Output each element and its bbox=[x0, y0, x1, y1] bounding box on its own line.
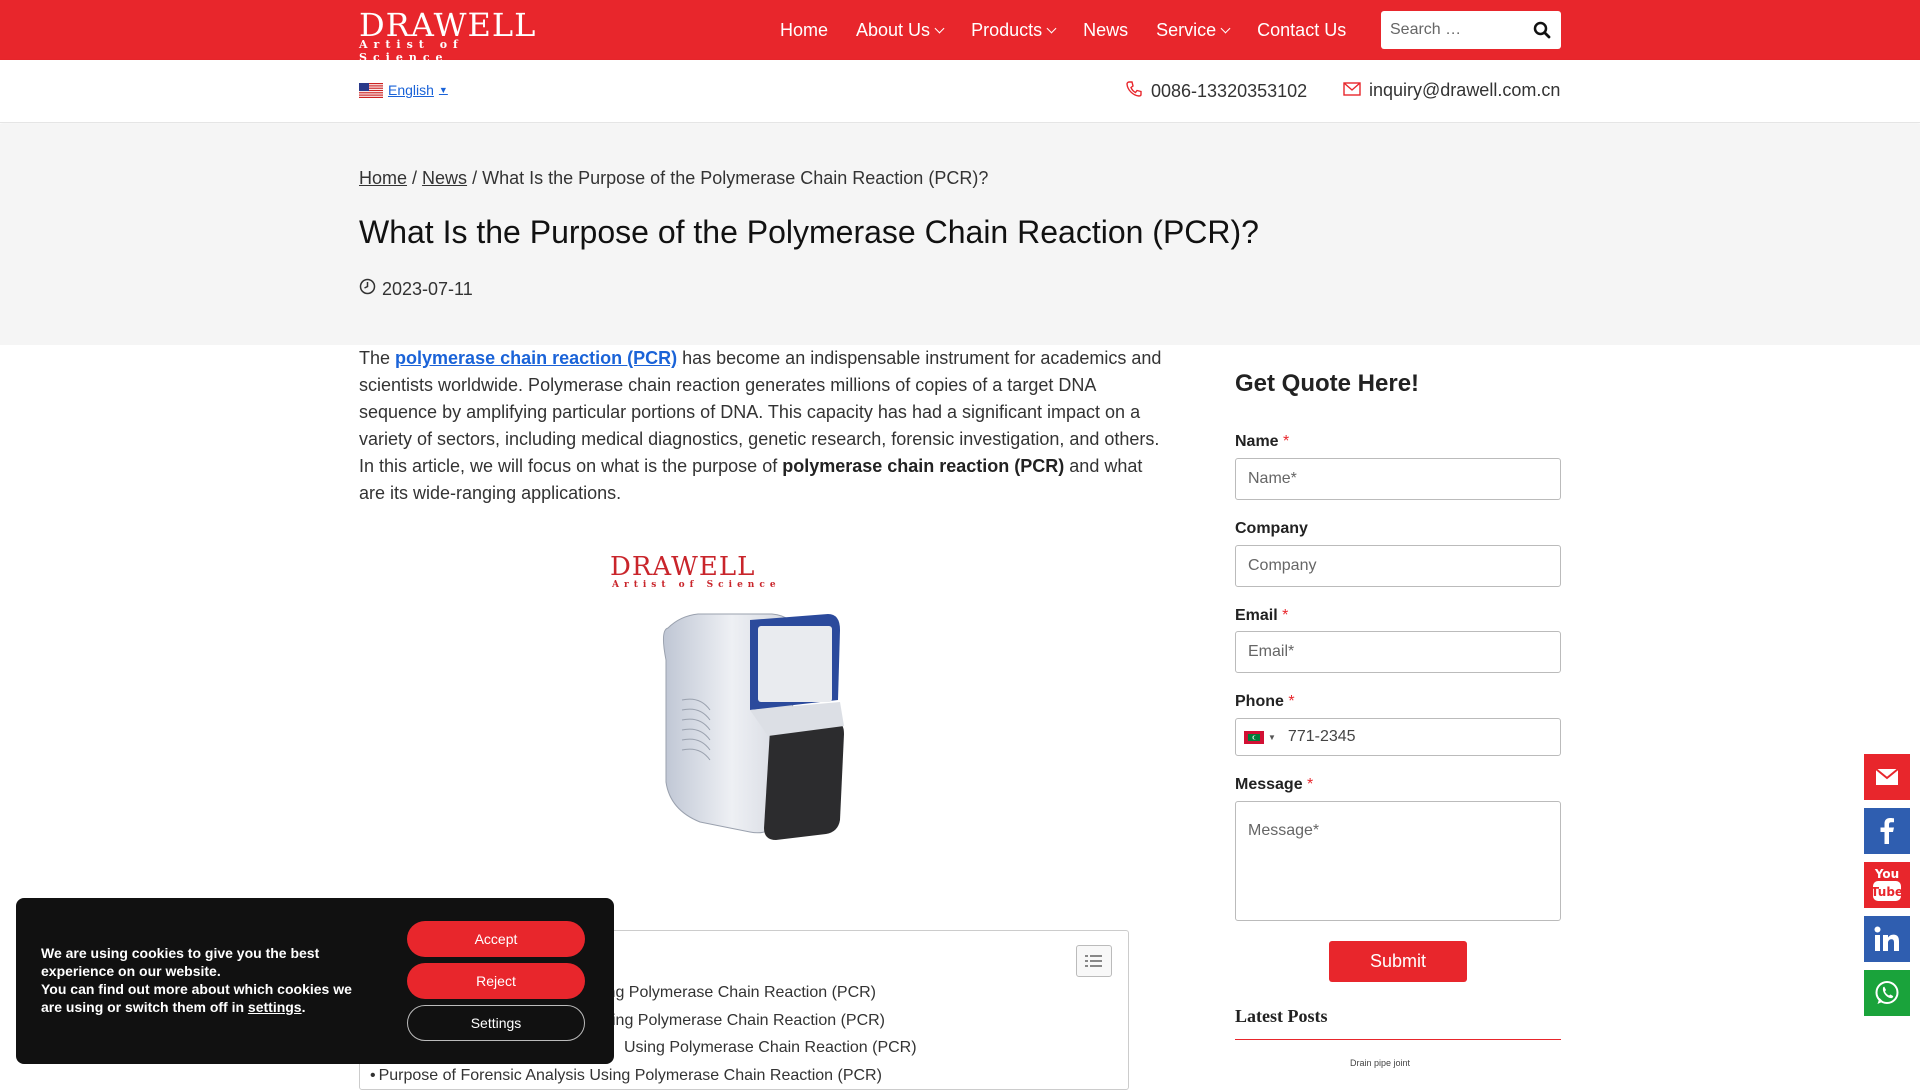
toc-toggle-button[interactable] bbox=[1076, 945, 1112, 977]
site-header: DRAWELL Artist of Science Home About Us … bbox=[0, 0, 1920, 64]
top-info-bar: English ▼ 0086-13320353102 inquiry@drawe… bbox=[0, 60, 1920, 123]
caret-down-icon: ▼ bbox=[438, 85, 448, 95]
clock-icon bbox=[359, 278, 376, 300]
logo-brand: DRAWELL bbox=[359, 6, 537, 44]
form-heading: Get Quote Here! bbox=[1235, 370, 1420, 397]
breadcrumb-separator: / bbox=[412, 168, 423, 188]
phone-value: 771-2345 bbox=[1287, 728, 1356, 745]
linkedin-icon bbox=[1874, 926, 1899, 951]
nav-products-label: Products bbox=[971, 19, 1043, 40]
company-field[interactable]: Company bbox=[1235, 545, 1561, 587]
toc-item[interactable]: • Purpose of Forensic Analysis Using Poly… bbox=[370, 1062, 917, 1090]
phone-icon bbox=[1125, 80, 1143, 103]
nav-service-label: Service bbox=[1156, 19, 1217, 40]
phone-label: Phone * bbox=[1235, 693, 1295, 710]
nav-news[interactable]: News bbox=[1083, 20, 1128, 41]
whatsapp-icon bbox=[1875, 981, 1899, 1004]
latest-posts-heading: Latest Posts bbox=[1235, 1006, 1561, 1040]
post-date: 2023-07-11 bbox=[359, 278, 473, 300]
nav-news-label: News bbox=[1083, 19, 1129, 40]
country-flag-selector[interactable]: ▼ bbox=[1244, 730, 1276, 744]
search-input[interactable]: Search … bbox=[1381, 21, 1523, 39]
article-intro: The polymerase chain reaction (PCR) has … bbox=[359, 345, 1169, 507]
chevron-down-icon bbox=[1046, 23, 1057, 33]
search-box: Search … bbox=[1381, 11, 1561, 49]
phone-number: 0086-13320353102 bbox=[1151, 81, 1308, 101]
chevron-down-icon bbox=[1220, 23, 1231, 33]
name-field[interactable]: Name* bbox=[1235, 458, 1561, 500]
quote-form: Get Quote Here! bbox=[1235, 370, 1561, 428]
breadcrumb: Home / News / What Is the Purpose of the… bbox=[359, 168, 988, 189]
facebook-icon bbox=[1880, 818, 1894, 844]
language-label: English bbox=[388, 82, 434, 98]
date-text: 2023-07-11 bbox=[382, 278, 473, 299]
youtube-icon: You Tube bbox=[1871, 867, 1903, 901]
nav-contact-us[interactable]: Contact Us bbox=[1257, 20, 1346, 41]
email-field[interactable]: Email* bbox=[1235, 631, 1561, 673]
chevron-down-icon bbox=[934, 23, 945, 33]
pcr-machine-image: DRAWELL Artist of Science bbox=[600, 550, 880, 870]
whatsapp-button[interactable] bbox=[1864, 970, 1910, 1016]
email-label: Email * bbox=[1235, 607, 1289, 624]
page-title: What Is the Purpose of the Polymerase Ch… bbox=[359, 214, 1259, 250]
company-label: Company bbox=[1235, 520, 1308, 537]
submit-button[interactable]: Submit bbox=[1329, 941, 1467, 982]
email-icon bbox=[1875, 768, 1899, 785]
name-label: Name * bbox=[1235, 433, 1290, 450]
search-icon[interactable] bbox=[1523, 11, 1561, 49]
mail-icon bbox=[1343, 80, 1361, 101]
cookie-reject-button[interactable]: Reject bbox=[407, 963, 585, 999]
intro-bold: polymerase chain reaction (PCR) bbox=[782, 456, 1065, 476]
nav-home[interactable]: Home bbox=[780, 20, 828, 41]
language-switcher[interactable]: English ▼ bbox=[359, 82, 448, 98]
email-address: inquiry@drawell.com.cn bbox=[1369, 80, 1561, 100]
nav-contact-label: Contact Us bbox=[1257, 19, 1347, 40]
maldives-flag-icon bbox=[1244, 730, 1264, 744]
us-flag-icon bbox=[359, 82, 383, 98]
phone-field[interactable]: ▼ 771-2345 bbox=[1235, 718, 1561, 756]
breadcrumb-separator: / bbox=[472, 168, 483, 188]
nav-about-us[interactable]: About Us bbox=[856, 19, 945, 41]
site-logo[interactable]: DRAWELL Artist of Science bbox=[359, 6, 551, 64]
breadcrumb-current: What Is the Purpose of the Polymerase Ch… bbox=[482, 168, 989, 188]
nav-about-label: About Us bbox=[856, 19, 931, 40]
main-nav: Home About Us Products News Service Cont… bbox=[780, 0, 1346, 60]
message-label: Message * bbox=[1235, 776, 1314, 793]
linkedin-button[interactable] bbox=[1864, 916, 1910, 962]
email-share-button[interactable] bbox=[1864, 754, 1910, 800]
nav-service[interactable]: Service bbox=[1156, 19, 1231, 41]
list-icon bbox=[1085, 955, 1102, 967]
cookie-settings-button[interactable]: Settings bbox=[407, 1005, 585, 1041]
breadcrumb-news[interactable]: News bbox=[422, 168, 467, 188]
email-contact[interactable]: inquiry@drawell.com.cn bbox=[1343, 80, 1560, 101]
facebook-button[interactable] bbox=[1864, 808, 1910, 854]
phone-contact[interactable]: 0086-13320353102 bbox=[1125, 80, 1307, 103]
pcr-machine-illustration bbox=[662, 613, 844, 840]
cookie-message: We are using cookies to give you the bes… bbox=[41, 945, 352, 1015]
svg-text:Tube: Tube bbox=[1871, 885, 1903, 899]
cookie-banner: We are using cookies to give you the bes… bbox=[16, 898, 614, 1064]
youtube-button[interactable]: You Tube bbox=[1864, 862, 1910, 908]
cookie-accept-button[interactable]: Accept bbox=[407, 921, 585, 957]
intro-text: The bbox=[359, 348, 396, 368]
latest-post-thumbnail[interactable]: Drain pipe joint bbox=[1320, 1058, 1440, 1080]
pcr-link[interactable]: polymerase chain reaction (PCR) bbox=[395, 348, 677, 368]
breadcrumb-home[interactable]: Home bbox=[359, 168, 407, 188]
nav-home-label: Home bbox=[780, 19, 829, 40]
message-field[interactable]: Message* bbox=[1235, 801, 1561, 921]
svg-text:You: You bbox=[1874, 867, 1899, 881]
caret-down-icon: ▼ bbox=[1268, 732, 1276, 742]
nav-products[interactable]: Products bbox=[971, 19, 1057, 41]
cookie-settings-link[interactable]: settings bbox=[248, 999, 302, 1015]
